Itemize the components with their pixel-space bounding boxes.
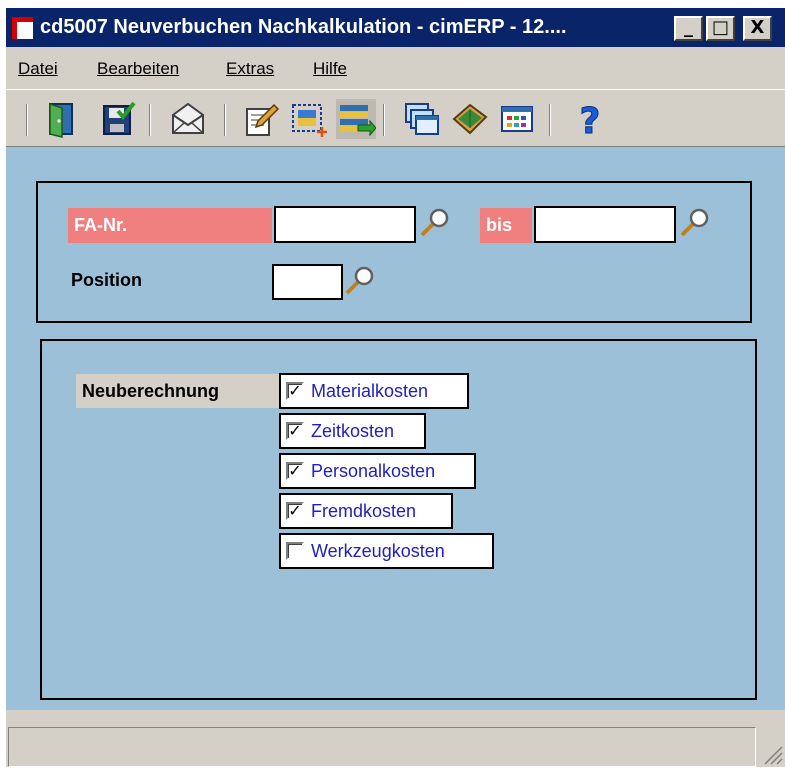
help-icon[interactable]: ? bbox=[570, 99, 610, 143]
minimize-button[interactable]: _ bbox=[674, 16, 703, 41]
menu-bar: Datei Bearbeiten Extras Hilfe bbox=[6, 47, 785, 89]
checkbox-check-icon[interactable]: ✓ bbox=[286, 502, 304, 520]
fa-nr-label: FA-Nr. bbox=[68, 208, 272, 243]
personalkosten-checkbox[interactable]: ✓ Personalkosten bbox=[279, 453, 476, 489]
bis-search-icon[interactable] bbox=[678, 205, 712, 239]
bis-field[interactable] bbox=[534, 206, 676, 243]
options-panel: Neuberechnung ✓ Materialkosten ✓ Zeitkos… bbox=[40, 339, 757, 700]
checkbox-label: Werkzeugkosten bbox=[311, 541, 445, 561]
menu-extras[interactable]: Extras bbox=[226, 59, 274, 79]
fremdkosten-checkbox[interactable]: ✓ Fremdkosten bbox=[279, 493, 453, 529]
position-search-icon[interactable] bbox=[343, 263, 377, 297]
zeitkosten-checkbox[interactable]: ✓ Zeitkosten bbox=[279, 413, 426, 449]
mail-icon[interactable] bbox=[168, 99, 208, 139]
checkbox-check-icon[interactable]: ✓ bbox=[286, 382, 304, 400]
checkbox-check-icon[interactable]: ✓ bbox=[286, 462, 304, 480]
save-icon[interactable] bbox=[98, 99, 138, 139]
status-pane bbox=[8, 727, 756, 767]
neuberechnung-label: Neuberechnung bbox=[76, 374, 279, 408]
app-window: cd5007 Neuverbuchen Nachkalkulation - ci… bbox=[6, 8, 785, 767]
fa-nr-field[interactable] bbox=[274, 206, 416, 243]
maximize-button[interactable]: □ bbox=[706, 16, 735, 41]
toolbar-separator bbox=[149, 104, 151, 136]
position-field[interactable] bbox=[272, 264, 343, 300]
toolbar: ? bbox=[6, 89, 785, 147]
checkbox-check-icon[interactable]: ✓ bbox=[286, 422, 304, 440]
new-record-icon[interactable] bbox=[289, 99, 329, 139]
filter-panel: FA-Nr. bis Position bbox=[36, 181, 752, 323]
toolbar-separator bbox=[224, 104, 226, 136]
help-glyph: ? bbox=[580, 101, 601, 139]
status-bar bbox=[6, 710, 785, 767]
title-bar[interactable]: cd5007 Neuverbuchen Nachkalkulation - ci… bbox=[6, 8, 785, 47]
window-title: cd5007 Neuverbuchen Nachkalkulation - ci… bbox=[40, 16, 567, 38]
toolbar-separator bbox=[549, 104, 551, 136]
app-icon[interactable] bbox=[12, 17, 33, 39]
post-list-icon[interactable] bbox=[336, 99, 377, 139]
form-client-area: FA-Nr. bis Position Neuberechnung ✓ Mate… bbox=[6, 147, 785, 710]
checkbox-label: Zeitkosten bbox=[311, 421, 395, 441]
menu-datei[interactable]: Datei bbox=[18, 59, 58, 79]
toolbar-separator bbox=[383, 104, 385, 136]
bis-label: bis bbox=[480, 208, 532, 243]
position-label: Position bbox=[71, 270, 142, 290]
edit-document-icon[interactable] bbox=[242, 99, 282, 139]
checkbox-label: Fremdkosten bbox=[311, 501, 417, 521]
calendar-grid-icon[interactable] bbox=[497, 99, 537, 139]
close-button[interactable]: X bbox=[743, 16, 772, 41]
resize-grip-icon[interactable] bbox=[761, 743, 783, 765]
checkbox-check-icon[interactable] bbox=[286, 542, 304, 560]
werkzeugkosten-checkbox[interactable]: Werkzeugkosten bbox=[279, 533, 494, 569]
checkbox-label: Personalkosten bbox=[311, 461, 436, 481]
toolbar-separator bbox=[26, 104, 28, 136]
exit-door-icon[interactable] bbox=[42, 99, 82, 139]
menu-bearbeiten[interactable]: Bearbeiten bbox=[97, 59, 179, 79]
windows-icon[interactable] bbox=[402, 99, 442, 139]
fa-nr-search-icon[interactable] bbox=[418, 205, 452, 239]
menu-hilfe[interactable]: Hilfe bbox=[313, 59, 347, 79]
checkbox-label: Materialkosten bbox=[311, 381, 429, 401]
book-icon[interactable] bbox=[450, 99, 490, 139]
materialkosten-checkbox[interactable]: ✓ Materialkosten bbox=[279, 373, 469, 409]
